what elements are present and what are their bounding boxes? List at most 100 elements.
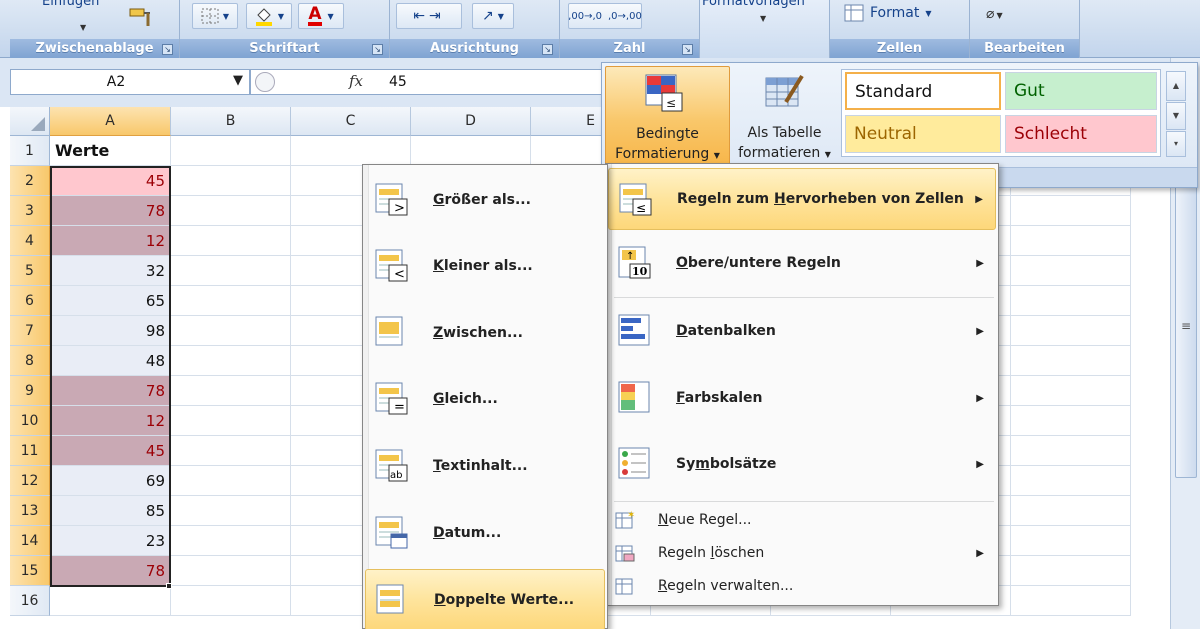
empty-cell[interactable]: [1011, 376, 1131, 406]
cell-style-bad[interactable]: Schlecht: [1005, 115, 1157, 153]
row-header-8[interactable]: 8: [10, 346, 50, 376]
empty-cell[interactable]: [171, 166, 291, 196]
empty-cell[interactable]: [171, 466, 291, 496]
indent-buttons[interactable]: ⇤⇥: [396, 3, 462, 29]
clear-eraser-icon[interactable]: ⌀ ▼: [986, 6, 1003, 22]
empty-cell[interactable]: [1011, 196, 1131, 226]
row-header-7[interactable]: 7: [10, 316, 50, 346]
fill-color-button[interactable]: ▼: [246, 3, 292, 29]
cell-a12[interactable]: 69: [50, 466, 171, 496]
cell-a6[interactable]: 65: [50, 286, 171, 316]
row-header-11[interactable]: 11: [10, 436, 50, 466]
empty-cell[interactable]: [171, 526, 291, 556]
highlight-rule-item[interactable]: < Kleiner als...: [365, 235, 605, 297]
empty-cell[interactable]: [1011, 406, 1131, 436]
empty-cell[interactable]: [171, 226, 291, 256]
name-box-dropdown-icon[interactable]: ▼: [233, 73, 243, 88]
cell-a2[interactable]: 45: [50, 166, 171, 196]
empty-cell[interactable]: [171, 256, 291, 286]
empty-cell[interactable]: [1011, 226, 1131, 256]
empty-cell[interactable]: [171, 196, 291, 226]
cf-menu-item[interactable]: Regeln löschen ▶: [608, 538, 996, 568]
empty-cell[interactable]: [1011, 316, 1131, 346]
empty-cell[interactable]: [1011, 586, 1131, 616]
empty-cell[interactable]: [1011, 526, 1131, 556]
column-header-c[interactable]: C: [291, 107, 411, 136]
gallery-more-icon[interactable]: ▾: [1166, 131, 1186, 157]
cell-a16[interactable]: [50, 586, 171, 616]
cf-menu-item[interactable]: Datenbalken ▶: [608, 300, 996, 362]
highlight-rule-item[interactable]: > Größer als...: [365, 169, 605, 231]
empty-cell[interactable]: [411, 136, 531, 166]
cell-a11[interactable]: 45: [50, 436, 171, 466]
conditional-formatting-button[interactable]: ≤ Bedingte Formatierung ▼: [605, 66, 730, 166]
cell-a9[interactable]: 78: [50, 376, 171, 406]
column-header-d[interactable]: D: [411, 107, 531, 136]
empty-cell[interactable]: [171, 586, 291, 616]
empty-cell[interactable]: [171, 346, 291, 376]
styles-dropdown-icon[interactable]: ▼: [760, 14, 766, 23]
select-all-corner[interactable]: [10, 107, 50, 136]
clipboard-dialog-launcher-icon[interactable]: ↘: [162, 44, 173, 55]
highlight-rule-item[interactable]: Datum...: [365, 502, 605, 564]
cf-menu-item[interactable]: ✶ Neue Regel...: [608, 505, 996, 535]
empty-cell[interactable]: [1011, 256, 1131, 286]
cell-a1[interactable]: Werte: [50, 136, 171, 166]
cell-a7[interactable]: 98: [50, 316, 171, 346]
row-header-12[interactable]: 12: [10, 466, 50, 496]
row-header-16[interactable]: 16: [10, 586, 50, 616]
empty-cell[interactable]: [171, 316, 291, 346]
row-header-9[interactable]: 9: [10, 376, 50, 406]
number-dialog-launcher-icon[interactable]: ↘: [682, 44, 693, 55]
formula-bar-splitter-icon[interactable]: [255, 72, 275, 92]
row-header-2[interactable]: 2: [10, 166, 50, 196]
row-header-4[interactable]: 4: [10, 226, 50, 256]
row-header-15[interactable]: 15: [10, 556, 50, 586]
row-header-14[interactable]: 14: [10, 526, 50, 556]
format-painter-icon[interactable]: [128, 6, 156, 28]
column-header-a[interactable]: A: [50, 107, 171, 136]
cf-menu-item[interactable]: ↑ 10 Obere/untere Regeln ▶: [608, 232, 996, 294]
empty-cell[interactable]: [171, 286, 291, 316]
empty-cell[interactable]: [171, 136, 291, 166]
cell-style-standard[interactable]: Standard: [845, 72, 1001, 110]
paste-button-label[interactable]: Einfügen: [42, 0, 99, 9]
empty-cell[interactable]: [171, 556, 291, 586]
cf-menu-item[interactable]: Farbskalen ▶: [608, 367, 996, 429]
cell-a10[interactable]: 12: [50, 406, 171, 436]
highlight-rule-item[interactable]: Doppelte Werte...: [365, 569, 605, 629]
row-header-1[interactable]: 1: [10, 136, 50, 166]
cell-a15[interactable]: 78: [50, 556, 171, 586]
gallery-scroll-up-icon[interactable]: ▲: [1166, 71, 1186, 101]
cell-a4[interactable]: 12: [50, 226, 171, 256]
borders-button[interactable]: ▼: [192, 3, 238, 29]
cell-a13[interactable]: 85: [50, 496, 171, 526]
highlight-rule-item[interactable]: = Gleich...: [365, 368, 605, 430]
paste-dropdown-arrow-icon[interactable]: ▼: [80, 23, 86, 32]
cell-style-good[interactable]: Gut: [1005, 72, 1157, 110]
cell-a8[interactable]: 48: [50, 346, 171, 376]
cell-a14[interactable]: 23: [50, 526, 171, 556]
orientation-button[interactable]: ↗ ▼: [472, 3, 514, 29]
empty-cell[interactable]: [1011, 496, 1131, 526]
cell-a5[interactable]: 32: [50, 256, 171, 286]
empty-cell[interactable]: [1011, 436, 1131, 466]
column-header-b[interactable]: B: [171, 107, 291, 136]
fill-handle[interactable]: [166, 583, 172, 589]
highlight-rule-item[interactable]: Zwischen...: [365, 302, 605, 364]
highlight-rule-item[interactable]: ab Textinhalt...: [365, 435, 605, 497]
cf-menu-item[interactable]: ≤ Regeln zum Hervorheben von Zellen ▶: [608, 168, 996, 230]
gallery-scroll-down-icon[interactable]: ▼: [1166, 102, 1186, 130]
empty-cell[interactable]: [171, 436, 291, 466]
empty-cell[interactable]: [1011, 556, 1131, 586]
row-header-3[interactable]: 3: [10, 196, 50, 226]
row-header-6[interactable]: 6: [10, 286, 50, 316]
alignment-dialog-launcher-icon[interactable]: ↘: [542, 44, 553, 55]
name-box[interactable]: A2 ▼: [10, 69, 250, 95]
row-header-10[interactable]: 10: [10, 406, 50, 436]
decimal-buttons[interactable]: ,00→,0 ,0→,00: [568, 3, 642, 29]
empty-cell[interactable]: [171, 496, 291, 526]
empty-cell[interactable]: [171, 406, 291, 436]
empty-cell[interactable]: [1011, 346, 1131, 376]
empty-cell[interactable]: [171, 376, 291, 406]
